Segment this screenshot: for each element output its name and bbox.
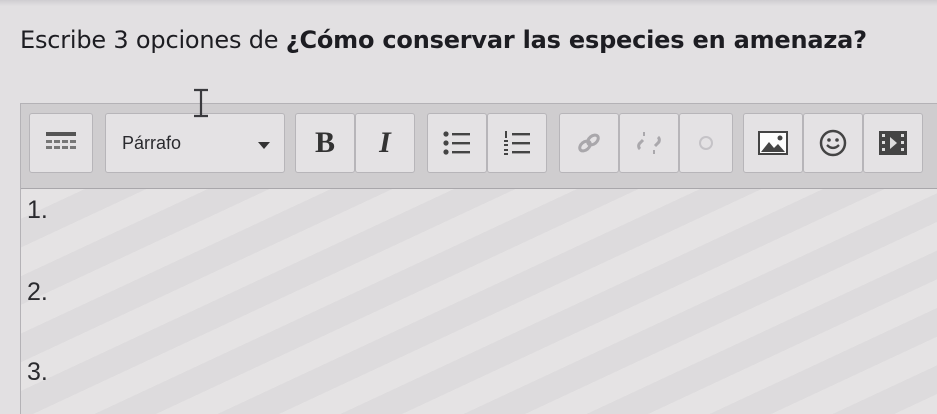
answer-line-2: 2. — [27, 278, 48, 306]
anchor-icon — [699, 136, 713, 150]
question-highlight: ¿Cómo conservar las especies en amenaza? — [285, 26, 867, 54]
paragraph-format-value: Párrafo — [122, 132, 182, 153]
toolbar-toggle-icon — [46, 132, 76, 149]
question-text: Escribe 3 opciones de ¿Cómo conservar la… — [20, 26, 867, 54]
text-cursor-icon — [194, 88, 208, 118]
image-icon — [758, 131, 788, 155]
anchor-button[interactable] — [679, 113, 733, 173]
bold-icon: B — [314, 126, 335, 159]
question-prefix: Escribe 3 opciones de — [20, 26, 286, 54]
top-rule — [0, 0, 937, 6]
unlink-button[interactable] — [619, 113, 679, 173]
answer-line-1: 1. — [27, 196, 48, 224]
rich-text-editor[interactable]: Párrafo B I 1. 2. 3. — [20, 103, 937, 414]
media-icon — [879, 131, 907, 155]
paragraph-format-select[interactable]: Párrafo — [105, 113, 285, 173]
bullet-list-button[interactable] — [427, 113, 487, 173]
answer-line-3: 3. — [27, 358, 48, 386]
media-button[interactable] — [863, 113, 923, 173]
toolbar-toggle-button[interactable] — [29, 113, 93, 173]
editor-toolbar: Párrafo B I — [21, 104, 937, 189]
bullet-list-icon — [443, 131, 470, 155]
chevron-down-icon — [258, 142, 270, 149]
unlink-icon — [637, 132, 661, 154]
emoji-button[interactable] — [803, 113, 863, 173]
image-button[interactable] — [743, 113, 803, 173]
emoji-icon — [819, 129, 847, 157]
link-icon — [578, 133, 600, 153]
italic-icon: I — [379, 126, 391, 159]
numbered-list-icon — [504, 131, 530, 155]
bold-button[interactable]: B — [295, 113, 355, 173]
link-button[interactable] — [559, 113, 619, 173]
numbered-list-button[interactable] — [487, 113, 547, 173]
italic-button[interactable]: I — [355, 113, 415, 173]
